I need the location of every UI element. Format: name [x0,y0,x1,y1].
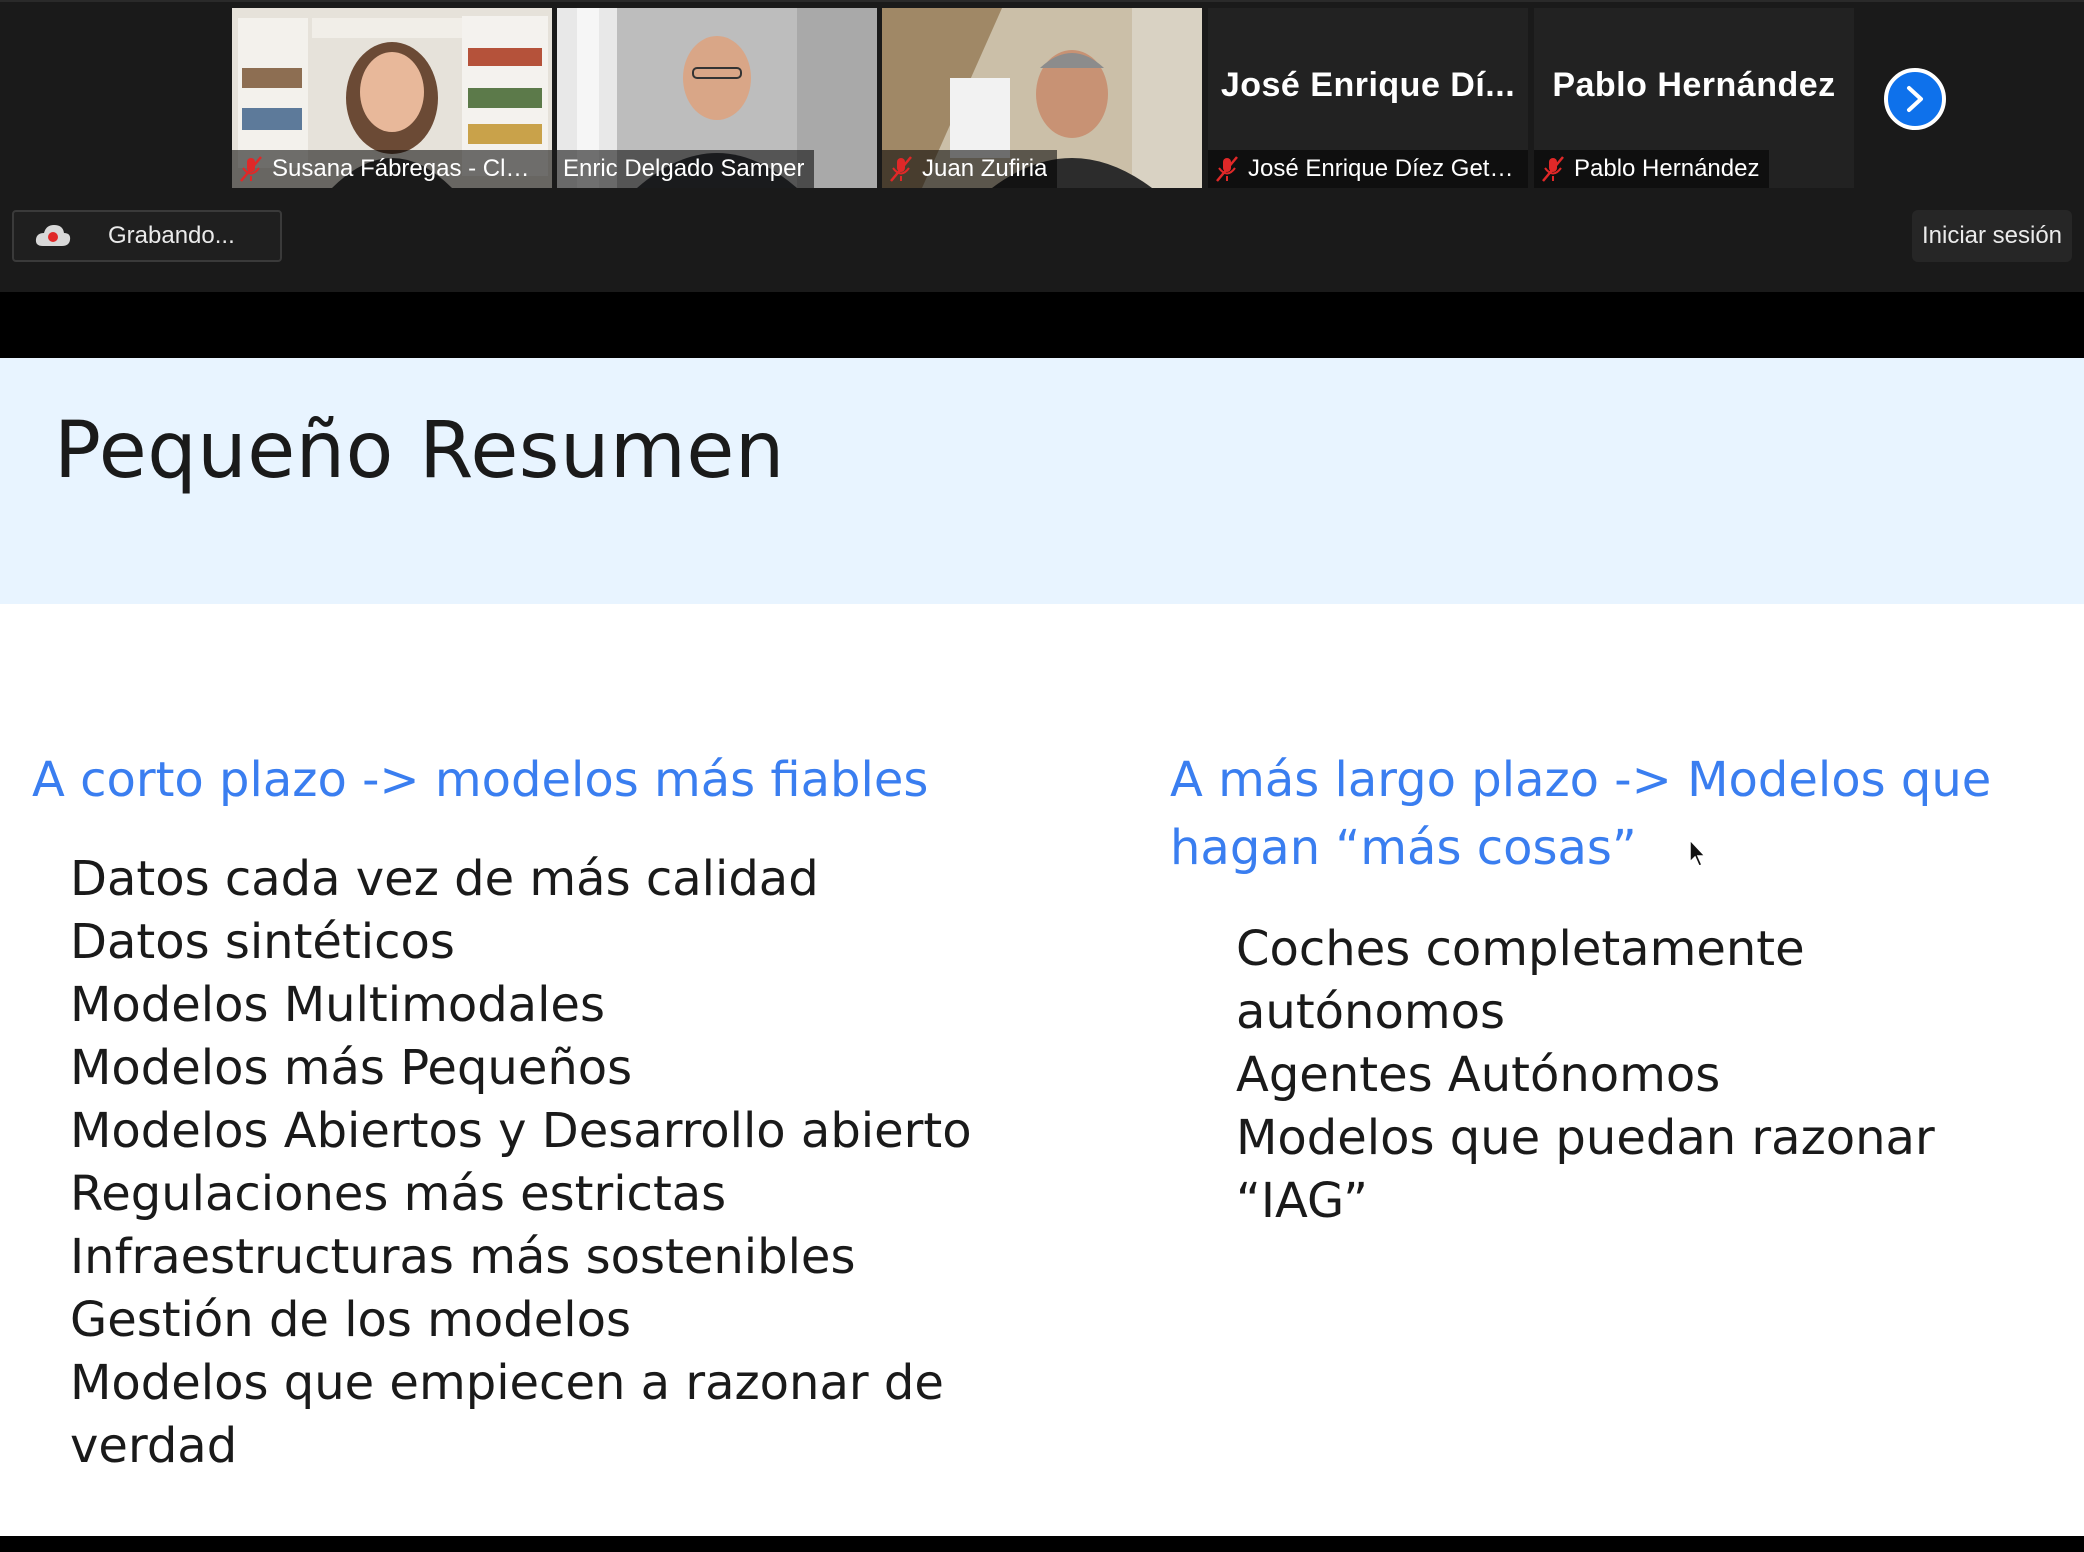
mic-muted-icon [1542,156,1564,182]
participant-tile-pablo[interactable]: Pablo Hernández Pablo Hernández [1534,8,1854,188]
participant-display-name: José Enrique Dí... [1220,66,1516,104]
participant-namebar: Juan Zufiria [882,150,1058,188]
participant-namebar: Enric Delgado Samper [557,150,815,188]
list-item: Infraestructuras más sostenibles [70,1229,856,1285]
recording-label: Grabando... [108,222,235,249]
mic-muted-icon [240,156,262,182]
mic-muted-icon [1216,156,1238,182]
participant-tile-enric[interactable]: Enric Delgado Samper [557,8,877,188]
next-participants-button[interactable] [1884,68,1946,130]
list-item: Modelos que empiecen a razonar de [70,1355,944,1411]
list-item: Coches completamente autónomos [1236,921,1805,1040]
list-item: Gestión de los modelos [70,1292,631,1348]
mouse-pointer-icon [1689,838,1707,867]
slide-header: Pequeño Resumen [0,358,2084,604]
long-term-heading-line1: A más largo plazo -> Modelos que [1170,752,1992,808]
list-item: Modelos Multimodales [70,977,605,1033]
shared-screen-slide: Pequeño Resumen A corto plazo -> modelos… [0,358,2084,1536]
list-item: Datos cada vez de más calidad [70,851,819,907]
list-item: Modelos Abiertos y Desarrollo abierto [70,1103,972,1159]
list-item: Modelos que puedan razonar [1236,1110,1935,1166]
long-term-list: Coches completamente autónomos Agentes Au… [1236,918,2084,1233]
participant-strip: Susana Fábregas - Club... Enric Delgado … [0,0,2084,292]
participant-name: Enric Delgado Samper [563,155,805,182]
short-term-list: Datos cada vez de más calidad Datos sinté… [70,848,972,1478]
mic-muted-icon [890,156,912,182]
list-item: Agentes Autónomos [1236,1047,1721,1103]
participant-name: Juan Zufiria [922,155,1048,182]
list-item: Modelos más Pequeños [70,1040,633,1096]
participant-namebar: Susana Fábregas - Club... [232,150,552,188]
long-term-heading: A más largo plazo -> Modelos que hagan “… [1170,746,1991,882]
list-item: Datos sintéticos [70,914,455,970]
participant-display-name: Pablo Hernández [1552,66,1836,104]
list-item: “IAG” [1236,1173,1369,1229]
chevron-right-icon [1907,86,1923,112]
participant-tile-jose[interactable]: José Enrique Dí... José Enrique Díez Get… [1208,8,1528,188]
participant-namebar: Pablo Hernández [1534,150,1770,188]
participant-tile-juan[interactable]: Juan Zufiria [882,8,1202,188]
long-term-heading-line2: hagan “más cosas” [1170,820,1637,876]
short-term-heading: A corto plazo -> modelos más fiables [32,752,929,808]
participant-name: Pablo Hernández [1574,155,1760,182]
cloud-recording-icon [35,225,71,246]
participant-tile-susana[interactable]: Susana Fábregas - Club... [232,8,552,188]
participant-namebar: José Enrique Díez Getino [1208,150,1528,188]
recording-indicator[interactable]: Grabando... [12,210,282,262]
slide-title: Pequeño Resumen [54,406,785,496]
participant-name: Susana Fábregas - Club... [272,155,542,182]
signin-button[interactable]: Iniciar sesión [1912,210,2072,262]
list-item: verdad [70,1418,238,1474]
participant-name: José Enrique Díez Getino [1248,155,1518,182]
list-item: Regulaciones más estrictas [70,1166,727,1222]
